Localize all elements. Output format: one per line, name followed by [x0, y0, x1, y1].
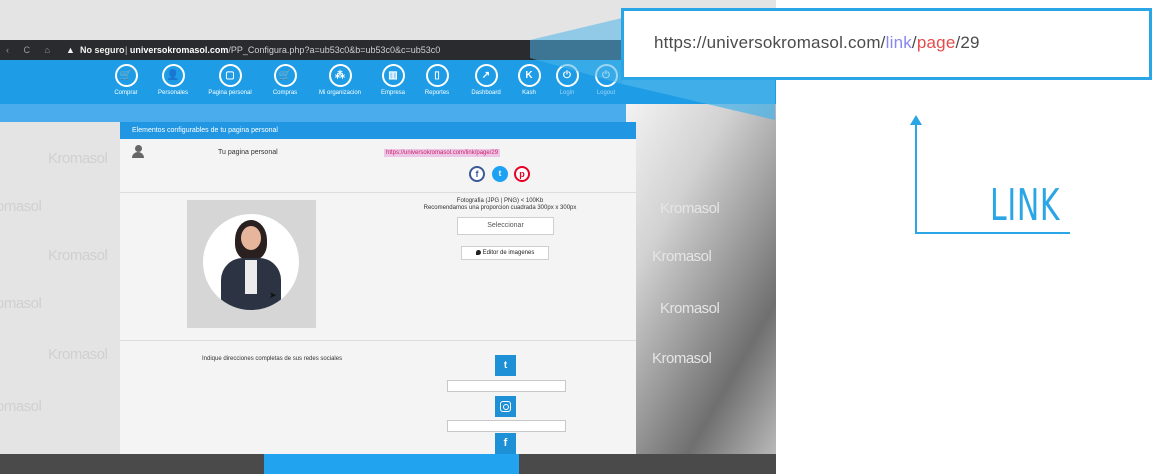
nav-compras[interactable]: 🛒 Compras — [257, 64, 313, 96]
url-callout: https://universokromasol.com/link/page/2… — [621, 8, 1152, 80]
building-icon: ▥ — [381, 64, 405, 87]
callout-url: https://universokromasol.com/link/page/2… — [654, 33, 980, 53]
watermark-logo: Kromasol — [48, 346, 108, 363]
watermark-logo: Kromasol — [0, 295, 42, 312]
url-base: https://universokromasol.com/ — [654, 33, 886, 52]
power-icon: ⏻ — [555, 64, 579, 87]
nav-pagina-personal[interactable]: ▢ Pagina personal — [202, 64, 258, 96]
watermark-logo: Kromasol — [48, 150, 108, 167]
personal-page-row: Tu pagina personal https://universokroma… — [120, 139, 636, 159]
upload-instructions: Fotografia (JPG | PNG) < 100Kb Recomenda… — [370, 198, 630, 212]
url-path: /PP_Configura.php?a=ub53c0&b=ub53c0&c=ub… — [228, 45, 441, 55]
mouse-cursor-icon: ➤ — [269, 290, 277, 300]
watermark-logo: Kromasol — [48, 247, 108, 264]
chart-icon: ↗ — [474, 64, 498, 87]
address-url[interactable]: | universokromasol.com/PP_Configura.php?… — [125, 40, 440, 60]
personal-page-link[interactable]: https://universokromasol.com/link/page/2… — [384, 149, 501, 157]
bottom-bar-accent — [264, 454, 519, 474]
twitter-share-icon[interactable]: t — [492, 166, 508, 182]
profile-photo-frame: ➤ — [187, 200, 316, 328]
kash-icon: K — [517, 64, 541, 87]
nav-label: Mi organizacion — [318, 90, 362, 96]
nav-label: Logout — [596, 90, 616, 96]
watermark-logo: Kromasol — [660, 200, 720, 217]
instagram-url-input[interactable] — [447, 420, 566, 432]
nav-mi-organizacion[interactable]: ⁂ Mi organizacion — [312, 64, 368, 96]
page-icon: ▢ — [218, 64, 242, 87]
person-icon: 👤 — [161, 64, 185, 87]
warning-icon: ▲ — [66, 45, 75, 55]
cart-icon: 🛒 — [114, 64, 138, 87]
drop-icon — [475, 249, 481, 255]
browser-nav-icons[interactable]: ‹ C ⌂ — [6, 40, 56, 60]
select-image-button[interactable]: Seleccionar — [457, 217, 554, 235]
watermark-logo: Kromasol — [652, 350, 712, 367]
watermark-logo: Kromasol — [0, 198, 42, 215]
image-editor-button[interactable]: Editor de imagenes — [461, 246, 549, 260]
org-icon: ⁂ — [328, 64, 352, 87]
config-panel: Elementos configurables de tu pagina per… — [120, 122, 636, 454]
watermark-logo: Kromasol — [652, 248, 712, 265]
image-editor-label: Editor de imagenes — [482, 250, 535, 256]
upload-format-text: Fotografia (JPG | PNG) < 100Kb — [456, 198, 544, 204]
upload-ratio-text: Recomendamos una proporcion cuadrada 300… — [423, 205, 577, 211]
divider — [120, 192, 636, 193]
nav-label: Personales — [157, 90, 189, 96]
watermark-logo: Kromasol — [0, 398, 42, 415]
divider — [120, 340, 636, 341]
nav-label: Compras — [272, 90, 298, 96]
nav-label: Pagina personal — [208, 90, 252, 96]
personal-page-label: Tu pagina personal — [218, 149, 278, 156]
twitter-url-input[interactable] — [447, 380, 566, 392]
panel-header: Elementos configurables de tu pagina per… — [120, 122, 636, 139]
url-page-segment: page — [916, 33, 956, 52]
url-link-segment: link — [885, 33, 912, 52]
facebook-icon: f — [495, 433, 516, 454]
url-tail: /29 — [955, 33, 980, 52]
instagram-icon — [495, 396, 516, 417]
facebook-share-icon[interactable]: f — [469, 166, 485, 182]
cart-icon: 🛒 — [273, 64, 297, 87]
nav-reportes[interactable]: ▯ Reportes — [409, 64, 465, 96]
background-photo — [626, 104, 776, 454]
twitter-icon: t — [495, 355, 516, 376]
nav-personales[interactable]: 👤 Personales — [145, 64, 201, 96]
power-icon: ⏻ — [594, 64, 618, 87]
nav-label: Reportes — [424, 90, 450, 96]
url-domain: universokromasol.com — [129, 45, 229, 55]
link-caption: LINK — [990, 180, 1061, 231]
bottom-bar — [0, 454, 776, 474]
watermark-logo: Kromasol — [660, 300, 720, 317]
user-icon — [132, 145, 144, 159]
security-label: No seguro — [80, 45, 125, 55]
social-networks-label: Indique direcciones completas de sus red… — [202, 356, 343, 362]
profile-photo: ➤ — [203, 214, 299, 310]
report-icon: ▯ — [425, 64, 449, 87]
pinterest-share-icon[interactable]: p — [514, 166, 530, 182]
